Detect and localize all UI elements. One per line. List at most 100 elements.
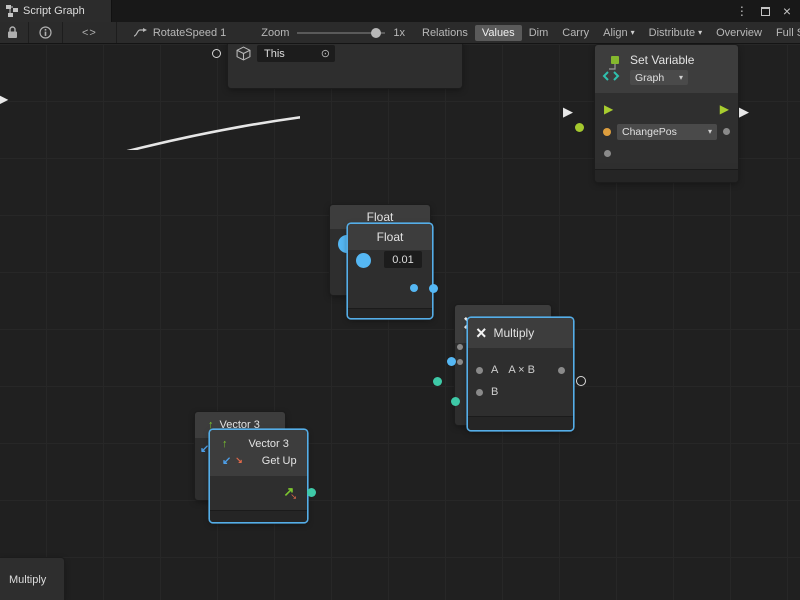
variable-scope-dropdown[interactable]: Graph ▾ bbox=[630, 70, 688, 85]
script-graph-tab[interactable]: Script Graph bbox=[0, 0, 112, 22]
lime-wire-end-dot[interactable] bbox=[575, 123, 584, 132]
graph-toolbar: <> RotateSpeed 1 Zoom 1x Relations Value… bbox=[0, 22, 800, 44]
output-port[interactable] bbox=[723, 128, 730, 135]
white-wire-top bbox=[0, 105, 300, 150]
script-graph-icon bbox=[6, 5, 18, 17]
arrow-up-icon: ↑ bbox=[222, 438, 228, 450]
toolbar-button-distribute[interactable]: Distribute ▾ bbox=[642, 25, 709, 41]
this-node[interactable]: This ⊙ bbox=[228, 38, 462, 88]
multiply-output-ring-port[interactable] bbox=[576, 376, 586, 386]
multiply-node-fragment[interactable]: Multiply bbox=[0, 558, 64, 600]
float-title: Float bbox=[377, 230, 404, 244]
variable-scope-value: Graph bbox=[635, 72, 664, 84]
float-back-title: Float bbox=[367, 210, 394, 224]
chevron-down-icon: ▾ bbox=[631, 28, 635, 37]
set-variable-footer bbox=[595, 169, 738, 182]
teal-wire-end-b-dot[interactable] bbox=[451, 397, 460, 406]
lock-toggle-button[interactable] bbox=[0, 26, 25, 39]
float-header: Float bbox=[348, 224, 432, 250]
window-maximize-button[interactable] bbox=[761, 7, 770, 16]
window-close-button[interactable]: × bbox=[783, 3, 791, 19]
toolbar-button-fullscreen[interactable]: Full Screen bbox=[769, 25, 800, 41]
multiply-footer bbox=[468, 416, 573, 430]
arrow-down-right-icon: ↘ bbox=[290, 492, 297, 501]
blue-wire-start-dot[interactable] bbox=[429, 284, 438, 293]
graph-breadcrumb-label: RotateSpeed 1 bbox=[153, 27, 226, 39]
vector3-output-icon: ↗ ↘ bbox=[283, 484, 297, 501]
tab-title: Script Graph bbox=[23, 5, 85, 17]
toolbar-button-carry[interactable]: Carry bbox=[555, 25, 596, 41]
zoom-slider[interactable] bbox=[297, 32, 385, 34]
zoom-value: 1x bbox=[393, 27, 405, 39]
input-a-label: A bbox=[491, 364, 498, 376]
multiply-node[interactable]: × Multiply A A × B B bbox=[468, 318, 573, 430]
set-variable-title: Set Variable bbox=[630, 53, 694, 67]
graph-canvas[interactable]: This ⊙ Set Variable Graph ▾ bbox=[0, 0, 800, 600]
flow-input-port[interactable]: ▶ bbox=[604, 103, 613, 115]
target-picker-icon[interactable]: ⊙ bbox=[321, 47, 330, 60]
set-variable-body: ▶ ▶ ChangePos ▾ bbox=[595, 93, 738, 163]
window-menu-button[interactable]: ⋮ bbox=[736, 4, 748, 18]
vector3-operation: Get Up bbox=[262, 455, 297, 467]
button-label: Distribute bbox=[649, 27, 695, 39]
set-variable-node[interactable]: Set Variable Graph ▾ ▶ ▶ ChangePos ▾ bbox=[595, 45, 738, 182]
edge-flow-arrow-icon: ▶ bbox=[0, 92, 8, 108]
toolbar-divider bbox=[116, 22, 117, 44]
code-view-button[interactable]: <> bbox=[66, 27, 113, 39]
input-b-label: B bbox=[491, 386, 498, 398]
zoom-knob[interactable] bbox=[371, 28, 381, 38]
button-label: Dim bbox=[529, 27, 549, 39]
float-literal-icon bbox=[356, 253, 371, 268]
vector3-title: Vector 3 bbox=[249, 438, 289, 450]
multiply-fragment-title: Multiply bbox=[9, 574, 46, 586]
multiply-icon: × bbox=[476, 323, 487, 344]
info-button[interactable] bbox=[32, 26, 59, 39]
toolbar-button-values[interactable]: Values bbox=[475, 25, 522, 41]
result-port[interactable] bbox=[558, 367, 565, 374]
vector3-output-dot[interactable] bbox=[307, 488, 316, 497]
fallback-input-port[interactable] bbox=[604, 150, 611, 157]
axis-blue-icon: ↙ bbox=[222, 454, 231, 467]
variable-icon bbox=[601, 54, 625, 84]
multiply-back-port-dot[interactable] bbox=[457, 344, 463, 350]
variable-name-dropdown[interactable]: ChangePos ▾ bbox=[617, 124, 717, 140]
blue-wire-end-dot[interactable] bbox=[447, 357, 456, 366]
chevron-down-icon: ▾ bbox=[679, 73, 683, 82]
float-value-field[interactable]: 0.01 bbox=[384, 251, 422, 268]
toolbar-button-dim[interactable]: Dim bbox=[522, 25, 556, 41]
button-label: Values bbox=[482, 27, 515, 39]
toolbar-button-relations[interactable]: Relations bbox=[415, 25, 475, 41]
input-b-port[interactable] bbox=[476, 389, 483, 396]
chevron-down-icon: ▾ bbox=[698, 28, 702, 37]
result-label: A × B bbox=[508, 364, 535, 376]
button-label: Carry bbox=[562, 27, 589, 39]
float-footer bbox=[348, 308, 432, 318]
this-object-field[interactable]: This ⊙ bbox=[257, 45, 335, 62]
axis-red-icon: ↘ bbox=[235, 455, 243, 466]
vector3-header: ↑ Vector 3 ↙ ↘ Get Up bbox=[210, 430, 307, 476]
toolbar-button-align[interactable]: Align ▾ bbox=[596, 25, 641, 41]
toolbar-divider bbox=[28, 22, 29, 44]
multiply-title: Multiply bbox=[494, 326, 535, 340]
button-label: Overview bbox=[716, 27, 762, 39]
float-node[interactable]: Float 0.01 bbox=[348, 224, 432, 318]
vector3-footer bbox=[210, 510, 307, 522]
teal-wire-end-a-dot[interactable] bbox=[433, 377, 442, 386]
value-input-port[interactable] bbox=[603, 128, 611, 136]
flow-output-port[interactable]: ▶ bbox=[720, 103, 729, 115]
float-output-dot[interactable] bbox=[410, 284, 418, 292]
graph-breadcrumb[interactable]: RotateSpeed 1 bbox=[126, 25, 233, 41]
multiply-back-port-dot[interactable] bbox=[457, 359, 463, 365]
zoom-label: Zoom bbox=[261, 27, 289, 39]
toolbar-button-overview[interactable]: Overview bbox=[709, 25, 769, 41]
variable-name-value: ChangePos bbox=[622, 126, 677, 138]
this-input-ring-port[interactable] bbox=[212, 49, 221, 58]
setvariable-flow-out-arrow-icon: ▶ bbox=[739, 105, 749, 118]
axis-icon: ↙ bbox=[200, 442, 209, 455]
input-a-port[interactable] bbox=[476, 367, 483, 374]
button-label: Relations bbox=[422, 27, 468, 39]
set-variable-header: Set Variable Graph ▾ bbox=[595, 45, 738, 93]
vector3-node[interactable]: ↑ Vector 3 ↙ ↘ Get Up ↗ ↘ bbox=[210, 430, 307, 522]
graph-wire-icon bbox=[133, 28, 147, 38]
button-label: Full Screen bbox=[776, 27, 800, 39]
